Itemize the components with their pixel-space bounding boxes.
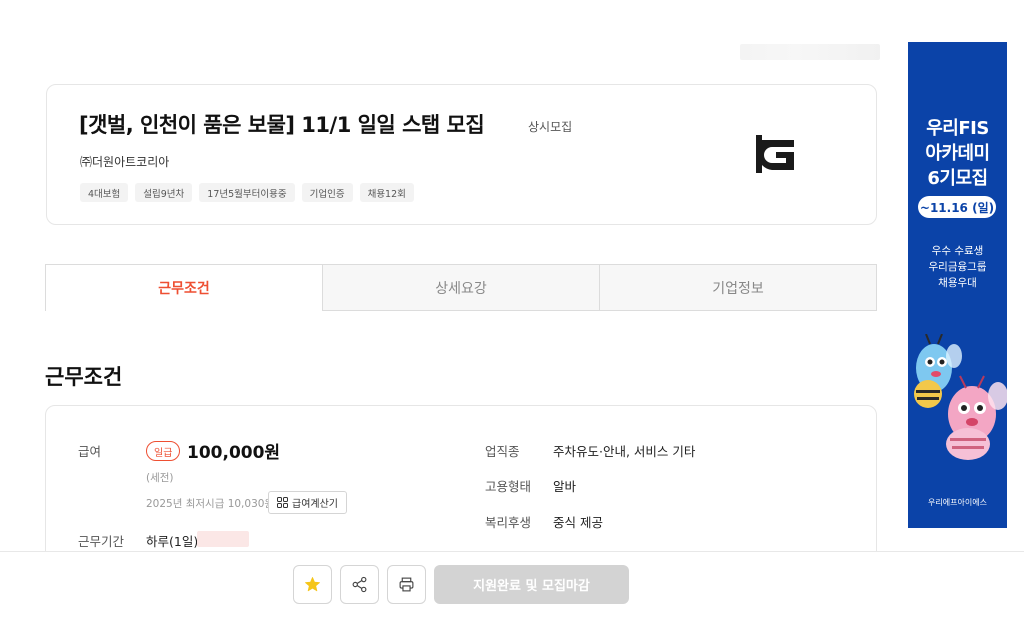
pay-tax-note: (세전) <box>146 472 174 484</box>
benefits-value: 중식 제공 <box>553 515 603 530</box>
ad-headline-2: 아카데미 <box>925 143 990 164</box>
period-value: 하루(1일) <box>146 534 199 549</box>
badge-insurance: 4대보험 <box>80 183 129 202</box>
ad-sub-3: 채용우대 <box>938 277 977 289</box>
badge-certified: 기업인증 <box>301 183 353 202</box>
print-icon <box>399 577 414 592</box>
tab-company-info[interactable]: 기업정보 <box>600 264 877 311</box>
ad-sub-1: 우수 수료생 <box>931 245 984 257</box>
section-title: 근무조건 <box>45 365 123 389</box>
tab-work-conditions[interactable]: 근무조건 <box>45 264 323 311</box>
company-name[interactable]: ㈜더원아트코리아 <box>80 153 169 170</box>
calculator-icon <box>277 497 288 508</box>
recruit-type-label: 상시모집 <box>528 120 573 134</box>
employment-type-label: 고용형태 <box>485 479 532 494</box>
badge-years: 설립9년차 <box>135 183 193 202</box>
ad-banner[interactable]: 우리FIS 아카데미 6기모집 ~11.16 (일) 우수 수료생 우리금융그룹… <box>908 42 1007 528</box>
scrap-button[interactable] <box>293 565 332 604</box>
share-icon <box>352 576 367 593</box>
star-icon <box>305 577 320 592</box>
apply-button[interactable]: 지원완료 및 모집마감 <box>434 565 629 604</box>
badge-member-since: 17년5월부터이용중 <box>199 183 295 202</box>
badge-hire-count: 채용12회 <box>359 183 414 202</box>
benefits-label: 복리후생 <box>485 515 532 530</box>
company-badges: 4대보험 설립9년차 17년5월부터이용중 기업인증 채용12회 <box>80 183 414 202</box>
ad-headline-3: 6기모집 <box>927 168 988 189</box>
ad-mascot-illustration <box>914 334 1007 460</box>
pay-label: 급여 <box>78 444 102 459</box>
period-label: 근무기간 <box>78 534 125 549</box>
company-logo <box>756 135 794 173</box>
top-placeholder <box>740 44 880 60</box>
job-header-card: [갯벌, 인천이 품은 보물] 11/1 일일 스탭 모집 상시모집 ㈜더원아트… <box>46 84 877 225</box>
employment-type-value: 알바 <box>553 479 577 494</box>
min-wage-text: 2025년 최저시급 10,030원 <box>146 498 275 510</box>
industry-value: 주차유도·안내, 서비스 기타 <box>553 444 696 459</box>
tab-detail-requirements[interactable]: 상세요강 <box>323 264 600 311</box>
share-button[interactable] <box>340 565 379 604</box>
detail-tabs: 근무조건 상세요강 기업정보 <box>45 264 877 311</box>
bottom-action-bar: 지원완료 및 모집마감 <box>0 551 1024 617</box>
pay-amount: 100,000원 <box>187 443 281 463</box>
salary-calculator-button[interactable]: 급여계산기 <box>268 491 347 514</box>
ad-deadline-badge: ~11.16 (일) <box>918 196 996 218</box>
salary-calculator-label: 급여계산기 <box>292 499 338 510</box>
pay-type-badge: 일급 <box>146 441 181 461</box>
industry-label: 업직종 <box>485 444 520 459</box>
print-button[interactable] <box>387 565 426 604</box>
ad-sub-2: 우리금융그룹 <box>928 261 987 273</box>
ad-headline-1: 우리FIS <box>926 118 989 139</box>
ad-brand-logo: 우리에프아이에스 <box>928 498 987 507</box>
job-title: [갯벌, 인천이 품은 보물] 11/1 일일 스탭 모집 <box>79 113 485 137</box>
redacted-period-detail <box>197 531 249 547</box>
